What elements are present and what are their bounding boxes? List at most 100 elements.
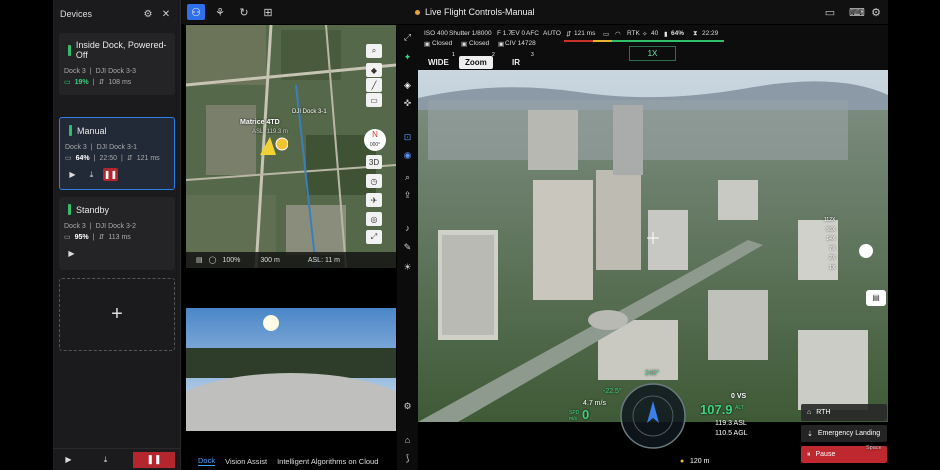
device-title: Manual [77, 125, 107, 136]
upload-icon[interactable]: ⇪ [401, 189, 414, 202]
device-title: Standby [76, 204, 110, 215]
gimbal-icon[interactable]: ✦ [401, 51, 414, 64]
video-icon[interactable]: ▶ [64, 247, 79, 260]
expand-icon[interactable]: ⤢ [366, 230, 382, 244]
heading-value: 240° [645, 370, 660, 377]
civ-value: CIV 14728 [505, 40, 536, 47]
gear-icon[interactable]: ⚙ [141, 7, 155, 21]
signal-icon: ⇵ [566, 31, 572, 38]
map-asl: ASL: 11 m [307, 256, 341, 264]
tab-intelligent-algorithms[interactable]: Intelligent Algorithms on Cloud [277, 457, 378, 466]
map-status-bar: ▤ ◯ 100% 300 m ASL: 11 m [186, 252, 396, 268]
battery-value: 19% [74, 78, 89, 86]
drone-label: Matrice 4TD [240, 119, 280, 126]
device-card-manual[interactable]: Manual Dock 3 | DJI Dock 3-1 ▭ 64% | 22:50 | ⇵ 1… [59, 117, 175, 190]
waypoint-icon[interactable]: ◈ [401, 79, 414, 92]
download-icon[interactable]: ⤓ [98, 453, 113, 466]
dock-camera-image [186, 308, 396, 431]
dock-icon[interactable]: ⌂ [401, 433, 414, 446]
close-icon[interactable]: ✕ [159, 7, 173, 21]
battery-icon: ▭ [64, 234, 71, 241]
refresh-icon[interactable]: ↻ [235, 4, 253, 20]
dock-name: DJI Dock 3-1 [96, 144, 138, 151]
search-icon[interactable]: ⌕ [366, 44, 382, 58]
devices-footer: ▶ ⤓ ❚❚ [53, 448, 181, 470]
compass-icon[interactable]: N 000° [364, 129, 386, 151]
rth-button[interactable]: ⌂ RTH [801, 404, 887, 421]
device-card-standby[interactable]: Standby Dock 3 | DJI Dock 3-2 ▭ 95% | ⇵ 113 ms… [59, 197, 175, 270]
drone-icon[interactable]: ⚘ [211, 4, 229, 20]
zoom-scale[interactable]: 112X 56X 14X 7X 2X 1X [824, 216, 835, 273]
zoom-scale-56x: 56X [826, 226, 836, 233]
lens-num-2: 2 [492, 52, 495, 58]
message-icon[interactable]: ▤ [866, 290, 886, 306]
window-title-text: Live Flight Controls-Manual [425, 7, 535, 17]
ev-value: EV 0 [511, 30, 526, 37]
status-bar [69, 125, 72, 136]
download-icon[interactable]: ⤓ [84, 168, 99, 181]
settings-icon[interactable]: ⚙ [401, 400, 414, 413]
zoom-level-button[interactable]: 1X [629, 46, 676, 61]
expand-icon[interactable]: ⤢ [401, 31, 414, 44]
video-icon[interactable]: ▶ [65, 168, 80, 181]
zoom-scale-14x: 14X [826, 236, 836, 242]
status-dot [415, 9, 420, 15]
route-icon[interactable]: ⟆ [401, 452, 414, 465]
line-icon[interactable]: ╱ [366, 78, 382, 92]
tab-dock[interactable]: Dock [198, 456, 216, 466]
vertical-speed: 0 VS [731, 393, 747, 400]
emergency-landing-button[interactable]: ⇣ Emergency Landing [801, 425, 887, 442]
add-device-button[interactable]: + [59, 278, 175, 351]
device-title: Inside Dock, Powered-Off [75, 40, 167, 60]
target-icon[interactable]: ◎ [366, 212, 382, 226]
keyboard-icon[interactable]: ⌨ [848, 4, 866, 20]
speaker-icon[interactable]: ♪ [401, 221, 414, 234]
clock-icon[interactable]: ◷ [366, 174, 382, 188]
zoom-slider-handle[interactable] [859, 244, 873, 258]
status-closed-2: Closed [469, 40, 490, 47]
device-card-powered-off[interactable]: Inside Dock, Powered-Off Dock 3 | DJI Dock… [59, 33, 175, 95]
map-3d-button[interactable]: 3D [366, 155, 382, 169]
plane-icon[interactable]: ✈ [366, 193, 382, 207]
layout-icon[interactable]: ⊞ [259, 4, 277, 20]
aperture-value: F 1.7 [497, 30, 512, 37]
shutter-value: Shutter 1/8000 [449, 30, 492, 37]
dock-camera-view[interactable] [186, 308, 396, 431]
pin-icon[interactable]: ◆ [366, 63, 382, 77]
video-icon[interactable]: ▶ [61, 453, 76, 466]
home-icon: ● [680, 458, 685, 465]
light-icon[interactable]: ☀ [401, 261, 414, 274]
tab-vision-assist[interactable]: Vision Assist [225, 457, 267, 466]
search-icon[interactable]: ⌕ [401, 171, 414, 184]
zoom-level: 1X [647, 49, 658, 58]
panel-icon[interactable]: ▭ [821, 4, 839, 20]
camera-mode-icon[interactable]: ⊡ [401, 131, 414, 144]
map-view[interactable]: Matrice 4TD ASL: 119.3 m DJI Dock 3-1 N … [186, 25, 396, 268]
asl-value: 119.3 ASL [715, 420, 747, 427]
rectangle-icon[interactable]: ▭ [366, 93, 382, 107]
flight-mode-icon[interactable]: ⚇ [187, 4, 205, 20]
edit-icon[interactable]: ✎ [401, 241, 414, 254]
pause-icon[interactable]: ❚❚ [103, 168, 118, 181]
signal-icon: ⇵ [98, 79, 105, 86]
window-title: Live Flight Controls-Manual [415, 7, 535, 17]
latency-value: 121 ms [574, 30, 596, 37]
battery-icon: ▮ [664, 31, 668, 38]
compass-north: N [372, 130, 378, 139]
pause-label: Pause [815, 451, 836, 458]
drone-marker-icon[interactable] [258, 137, 288, 157]
crosshair-icon[interactable]: ✜ [401, 97, 414, 110]
layers-icon[interactable]: ▤ [196, 256, 203, 264]
card-icon: ▣ [498, 41, 505, 48]
ai-icon[interactable]: ◉ [401, 149, 414, 162]
lens-ir[interactable]: IR [506, 56, 526, 69]
lens-zoom[interactable]: Zoom [459, 56, 493, 69]
zoom-icon: ◯ [208, 257, 217, 264]
settings-icon[interactable]: ⚙ [867, 4, 885, 20]
map-3d-label: 3D [368, 157, 380, 167]
lens-wide[interactable]: WIDE [422, 56, 455, 69]
pause-all-button[interactable]: ❚❚ [133, 451, 175, 468]
timer-icon: ⧗ [693, 30, 698, 37]
right-margin [888, 0, 940, 470]
status-bar [68, 204, 71, 215]
